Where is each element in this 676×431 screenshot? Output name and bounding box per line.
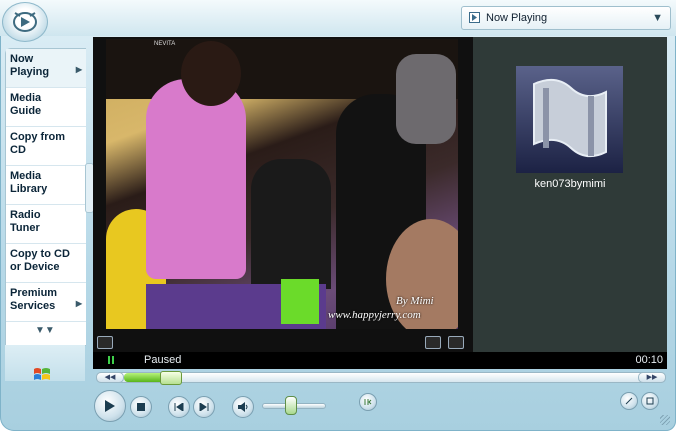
seek-forward-button[interactable]: ▶▶	[638, 372, 666, 383]
now-playing-select[interactable]: Now Playing ▼	[461, 6, 671, 30]
sidebar-item-media-library[interactable]: Media Library	[6, 166, 86, 205]
sidebar-item-label-line1: Copy to CD	[10, 248, 70, 260]
logo-emblem-icon	[13, 12, 37, 32]
play-icon	[105, 400, 115, 412]
elapsed-time: 00:10	[635, 354, 663, 366]
video-watermark-url: www.happyjerry.com	[328, 309, 421, 321]
resize-grip[interactable]	[660, 415, 670, 425]
next-track-icon	[199, 403, 209, 411]
video-green-object	[281, 279, 319, 324]
skin-mode-button[interactable]	[641, 392, 659, 410]
windows-flag-icon[interactable]	[33, 366, 51, 382]
status-bar: Paused 00:10	[93, 352, 667, 369]
video-head-1	[181, 41, 241, 106]
sidebar-item-copy-from-cd[interactable]: Copy from CD	[6, 127, 86, 166]
sidebar-item-premium-services[interactable]: Premium Services ▶	[6, 283, 86, 322]
sidebar-item-label-line2: CD	[10, 144, 26, 156]
mute-button[interactable]	[232, 396, 254, 418]
sidebar-item-radio-tuner[interactable]: Radio Tuner	[6, 205, 86, 244]
sidebar-item-label-line1: Copy from	[10, 131, 65, 143]
video-settings-button[interactable]	[97, 336, 113, 349]
video-grey-figure	[396, 54, 456, 144]
volume-thumb[interactable]	[285, 396, 297, 415]
sidebar-item-label-line2: or Device	[10, 261, 60, 273]
pause-indicator-icon	[108, 356, 114, 364]
film-strip-icon	[533, 78, 607, 158]
sidebar-item-now-playing[interactable]: Now Playing ▶	[6, 49, 86, 88]
sidebar-item-label-line1: Media	[10, 170, 42, 182]
sidebar-item-media-guide[interactable]: Media Guide	[6, 88, 86, 127]
more-items-chevron-icon[interactable]: ▼▼	[35, 325, 55, 336]
sidebar-item-label-line2: Tuner	[10, 222, 40, 234]
sidebar-item-label-line1: Media	[10, 92, 42, 104]
previous-track-icon	[174, 403, 184, 411]
pen-icon	[625, 397, 633, 405]
fit-video-button[interactable]	[425, 336, 441, 349]
seek-thumb[interactable]	[160, 371, 182, 385]
media-title: ken073bymimi	[534, 178, 606, 190]
stop-button[interactable]	[130, 396, 152, 418]
seek-rewind-button[interactable]: ◀◀	[96, 372, 124, 383]
play-button[interactable]	[94, 390, 126, 422]
chevron-right-icon: ▶	[75, 299, 82, 308]
stop-icon	[137, 403, 145, 411]
album-art[interactable]	[516, 66, 623, 173]
now-playing-select-label: Now Playing	[486, 12, 548, 24]
speaker-icon	[238, 402, 248, 412]
sidebar-item-label-line2: Library	[10, 183, 48, 195]
eq-button[interactable]	[620, 392, 638, 410]
next-button[interactable]	[193, 396, 215, 418]
sidebar-item-label-line1: Now	[10, 53, 34, 65]
video-dark-figure	[251, 159, 331, 289]
shuffle-button[interactable]	[359, 393, 377, 411]
media-player-logo[interactable]	[2, 2, 48, 42]
previous-button[interactable]	[168, 396, 190, 418]
sidebar-item-label-line2: Services	[10, 300, 56, 312]
full-screen-button[interactable]	[448, 336, 464, 349]
sidebar-item-label-line1: Premium	[10, 287, 58, 299]
now-playing-icon	[469, 12, 480, 23]
video-pink-figure	[146, 79, 246, 279]
playback-status: Paused	[144, 354, 182, 366]
sidebar-item-copy-to-cd-or-device[interactable]: Copy to CD or Device	[6, 244, 86, 283]
sidebar-item-label-line2: Guide	[10, 105, 42, 117]
chevron-down-icon[interactable]: ▼	[652, 7, 663, 29]
skin-mode-icon	[646, 397, 654, 405]
video-watermark-author: By Mimi	[396, 295, 434, 307]
sidebar-item-label-line2: Playing	[10, 66, 50, 78]
video-channel-bug: NEVITA	[154, 41, 176, 47]
feature-taskbar: Now Playing ▶ Media Guide Copy from CD Media Lib…	[5, 48, 86, 346]
chevron-right-icon: ▶	[75, 65, 82, 74]
sidebar-item-label-line1: Radio	[10, 209, 41, 221]
video-frame[interactable]: By Mimi www.happyjerry.com NEVITA	[106, 39, 458, 329]
shuffle-icon	[364, 399, 372, 405]
